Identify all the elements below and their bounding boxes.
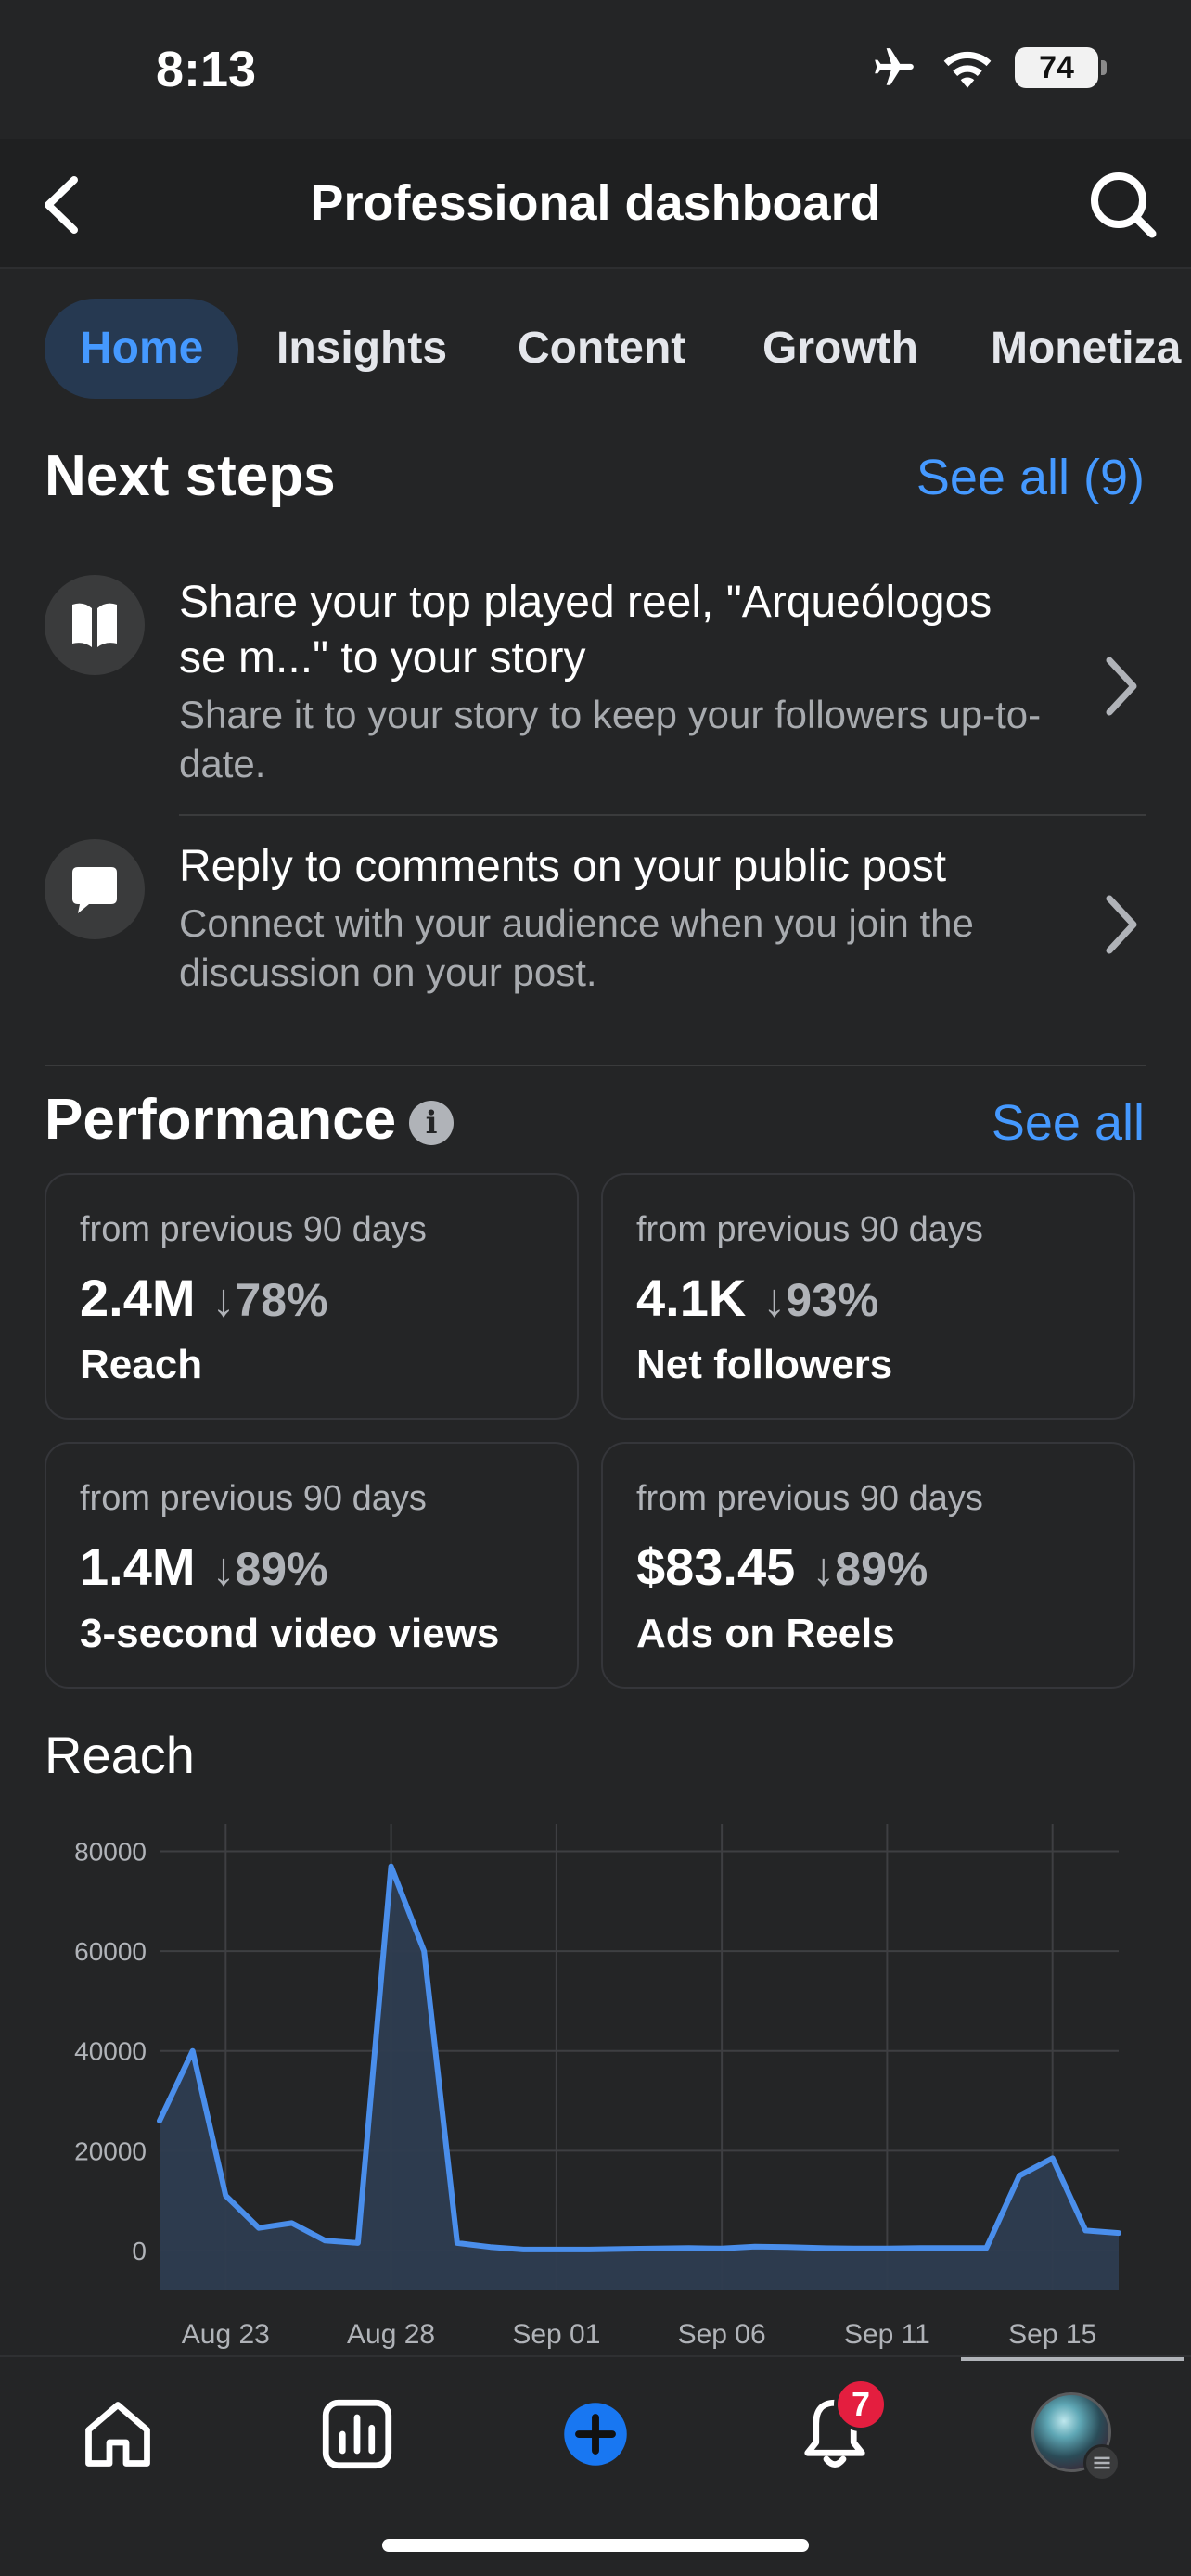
bottom-nav: 7 — [0, 2355, 1191, 2504]
home-icon — [85, 2402, 150, 2467]
next-steps-title: Next steps — [45, 444, 336, 508]
battery-indicator: 74 — [1015, 47, 1107, 88]
step-title: Reply to comments on your public post — [179, 842, 947, 891]
nav-notifications[interactable]: 7 — [793, 2378, 888, 2476]
comment-icon — [72, 867, 117, 913]
next-step-item[interactable]: Share your top played reel, "Arqueólogos… — [45, 575, 1146, 797]
status-bar: 8:13 74 — [0, 0, 1191, 139]
reach-chart: 0 20000 40000 60000 80000 Aug 23 Aug 28 Sep 01 S… — [74, 1824, 1121, 2350]
y-tick-label: 40000 — [74, 2037, 147, 2066]
x-tick-label: Sep 01 — [512, 2319, 600, 2350]
tab-bar: Home Insights Content Growth Monetiza — [0, 269, 1191, 427]
card-value-row: 2.4M ↓78% — [80, 1268, 328, 1328]
metric-card-video-views[interactable]: from previous 90 days 1.4M ↓89% 3-second … — [45, 1442, 579, 1689]
x-tick-label: Sep 15 — [1008, 2319, 1096, 2350]
nav-home[interactable] — [76, 2392, 160, 2476]
chart-title: Reach — [45, 1726, 195, 1784]
card-value: 1.4M — [80, 1537, 196, 1596]
card-value-row: $83.45 ↓89% — [636, 1537, 928, 1597]
chevron-right-icon — [1106, 895, 1137, 954]
tab-content[interactable]: Content — [518, 299, 685, 399]
card-value: 4.1K — [636, 1269, 747, 1327]
card-label: 3-second video views — [80, 1611, 500, 1656]
book-icon — [72, 603, 117, 647]
y-tick-label: 20000 — [74, 2136, 147, 2165]
card-label: Reach — [80, 1342, 203, 1387]
card-period: from previous 90 days — [80, 1210, 427, 1249]
notification-badge: 7 — [834, 2378, 888, 2431]
card-value: $83.45 — [636, 1537, 796, 1596]
step-subtitle: Share it to your story to keep your foll… — [179, 693, 1042, 785]
metric-card-ads-on-reels[interactable]: from previous 90 days $83.45 ↓89% Ads on … — [601, 1442, 1135, 1689]
search-icon[interactable] — [1085, 167, 1159, 241]
card-value-row: 4.1K ↓93% — [636, 1268, 878, 1328]
menu-icon — [1083, 2444, 1121, 2481]
x-tick-label: Aug 23 — [182, 2319, 270, 2350]
card-value: 2.4M — [80, 1269, 196, 1327]
airplane-icon — [875, 48, 914, 85]
card-value-row: 1.4M ↓89% — [80, 1537, 328, 1597]
x-tick-label: Aug 28 — [347, 2319, 435, 2350]
step-subtitle: Connect with your audience when you join… — [179, 901, 974, 994]
y-tick-label: 0 — [132, 2237, 147, 2265]
y-tick-label: 60000 — [74, 1937, 147, 1966]
nav-create[interactable] — [554, 2392, 637, 2476]
x-tick-label: Sep 11 — [844, 2319, 930, 2350]
performance-see-all-link[interactable]: See all — [992, 1094, 1145, 1152]
tab-monetization[interactable]: Monetiza — [991, 299, 1181, 399]
info-icon[interactable]: i — [409, 1101, 455, 1145]
step-icon-circle — [45, 575, 145, 675]
performance-title-text: Performance — [45, 1088, 397, 1152]
wifi-icon — [943, 51, 992, 88]
y-tick-label: 80000 — [74, 1838, 147, 1867]
metric-card-net-followers[interactable]: from previous 90 days 4.1K ↓93% Net follo… — [601, 1173, 1135, 1420]
card-delta: ↓89% — [812, 1543, 928, 1595]
divider — [179, 814, 1146, 816]
chevron-right-icon — [1106, 657, 1137, 716]
status-icons: 74 — [868, 45, 1107, 91]
metric-card-reach[interactable]: from previous 90 days 2.4M ↓78% Reach — [45, 1173, 579, 1420]
card-period: from previous 90 days — [636, 1479, 983, 1518]
card-period: from previous 90 days — [80, 1479, 427, 1518]
card-label: Ads on Reels — [636, 1611, 895, 1656]
page-title: Professional dashboard — [310, 175, 881, 231]
card-label: Net followers — [636, 1342, 893, 1387]
next-steps-see-all-link[interactable]: See all (9) — [916, 449, 1145, 506]
performance-title: Performance i — [45, 1087, 455, 1153]
tab-insights[interactable]: Insights — [276, 299, 447, 399]
active-nav-indicator — [961, 2357, 1184, 2361]
card-delta: ↓89% — [211, 1543, 328, 1595]
step-icon-circle — [45, 839, 145, 939]
plus-circle-icon — [564, 2403, 627, 2466]
divider — [45, 1065, 1146, 1066]
x-tick-label: Sep 06 — [678, 2319, 766, 2350]
card-delta: ↓93% — [762, 1274, 879, 1326]
tab-home[interactable]: Home — [45, 299, 239, 399]
tab-growth[interactable]: Growth — [762, 299, 918, 399]
bar-chart-icon — [322, 2399, 392, 2469]
nav-insights[interactable] — [315, 2392, 399, 2476]
next-step-item[interactable]: Reply to comments on your public post Co… — [45, 839, 1146, 1006]
nav-profile[interactable] — [1031, 2392, 1121, 2481]
step-title: Share your top played reel, "Arqueólogos… — [179, 578, 992, 682]
home-indicator — [382, 2539, 809, 2552]
header-bar: Professional dashboard — [0, 139, 1191, 269]
card-period: from previous 90 days — [636, 1210, 983, 1249]
reach-line — [157, 1863, 1121, 2252]
status-time: 8:13 — [156, 42, 257, 97]
card-delta: ↓78% — [211, 1274, 328, 1326]
